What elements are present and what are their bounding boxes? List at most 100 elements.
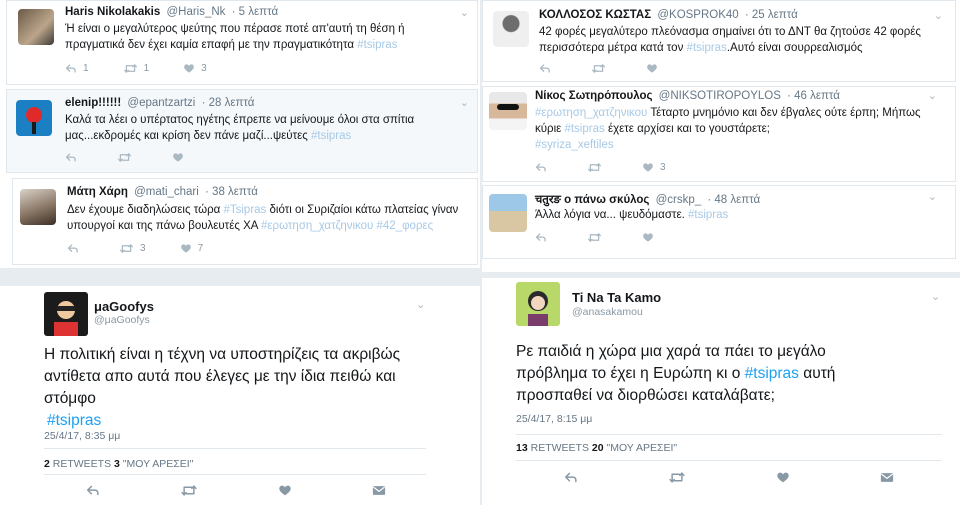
retweet-count[interactable]: 2 [44, 458, 50, 470]
tweet-card[interactable]: Haris Nikolakakis @Haris_Nk · 5 λεπτά ⌄ … [6, 0, 478, 85]
retweet-button[interactable] [117, 152, 138, 163]
author-name[interactable]: Νίκος Σωτηρόπουλος [535, 90, 652, 102]
retweet-label[interactable]: RETWEETS [53, 458, 111, 470]
author-handle[interactable]: @epantzartzi [127, 97, 195, 109]
avatar[interactable] [44, 292, 88, 336]
author-handle[interactable]: @KOSPROK40 [657, 9, 738, 21]
author-name[interactable]: ΚΟΛΛΟΣΟΣ ΚΩΣΤΑΣ [539, 9, 651, 21]
like-button[interactable] [642, 232, 660, 243]
like-button[interactable]: 3 [642, 162, 666, 173]
chevron-down-icon[interactable]: ⌄ [928, 89, 937, 102]
like-button[interactable] [172, 152, 190, 163]
reply-icon [535, 232, 547, 243]
reply-button[interactable] [65, 152, 83, 163]
hashtag-link[interactable]: #tsipras [564, 123, 604, 135]
author-handle[interactable]: @NIKSOTIROPOYLOS [659, 90, 781, 102]
chevron-down-icon[interactable]: ⌄ [931, 290, 940, 303]
author-handle[interactable]: @μaGoofys [94, 314, 150, 326]
retweet-button[interactable]: 3 [119, 243, 146, 254]
reply-button[interactable] [564, 471, 578, 484]
hashtag-link[interactable]: #tsipras [44, 412, 101, 429]
author-handle[interactable]: @mati_chari [134, 186, 199, 198]
avatar[interactable] [493, 11, 529, 47]
author-name[interactable]: चतुरङ ο πάνω σκύλος [535, 194, 649, 206]
hashtag-link[interactable]: #tsipras [688, 209, 728, 221]
avatar[interactable] [489, 194, 527, 232]
reply-button[interactable]: 1 [65, 63, 89, 74]
reply-button[interactable] [535, 232, 553, 243]
like-button[interactable] [646, 63, 664, 74]
timestamp[interactable]: · 28 λεπτά [202, 97, 255, 109]
tweet-card[interactable]: चतुरङ ο πάνω σκύλος @crskp_ · 48 λεπτά ⌄… [482, 185, 956, 259]
retweet-button[interactable] [587, 232, 608, 243]
timestamp[interactable]: · 25 λεπτά [745, 9, 798, 21]
chevron-down-icon[interactable]: ⌄ [460, 6, 469, 19]
avatar[interactable] [20, 189, 56, 225]
retweet-button[interactable] [180, 484, 198, 497]
author-handle[interactable]: @Haris_Nk [166, 6, 225, 18]
chevron-down-icon[interactable]: ⌄ [928, 190, 937, 203]
hashtag-link[interactable]: #Tsipras [223, 204, 266, 216]
retweet-button[interactable] [668, 471, 686, 484]
hashtag-link[interactable]: #syriza_xeftiles [535, 139, 614, 151]
author-name[interactable]: Μάτη Χάρη [67, 186, 128, 198]
avatar[interactable] [16, 100, 52, 136]
author-handle[interactable]: @crskp_ [656, 194, 702, 206]
engagement-stats: 13 RETWEETS 20 "ΜΟΥ ΑΡΕΣΕΙ" [516, 442, 677, 454]
author-handle[interactable]: @anasakamou [572, 306, 643, 318]
timestamp[interactable]: · 46 λεπτά [787, 90, 840, 102]
message-button[interactable] [880, 471, 894, 484]
tweet-date[interactable]: 25/4/17, 8:15 μμ [516, 413, 592, 425]
avatar[interactable] [18, 9, 54, 45]
chevron-down-icon[interactable]: ⌄ [934, 9, 943, 22]
tweet-card[interactable]: ΚΟΛΛΟΣΟΣ ΚΩΣΤΑΣ @KOSPROK40 · 25 λεπτά ⌄ … [482, 0, 956, 82]
like-count[interactable]: 20 [592, 442, 604, 454]
retweet-button[interactable]: 1 [123, 63, 149, 74]
like-button[interactable] [278, 484, 292, 497]
author-name[interactable]: μaGoofys [94, 299, 154, 314]
like-button[interactable] [776, 471, 790, 484]
avatar[interactable] [516, 282, 560, 326]
reply-button[interactable] [67, 243, 85, 254]
like-count[interactable]: 3 [114, 458, 120, 470]
tweet-text: 42 φορές μεγαλύτερο πλεόνασμα σημαίνει ό… [539, 26, 921, 54]
tweet-card[interactable]: Νίκος Σωτηρόπουλος @NIKSOTIROPOYLOS · 46… [482, 86, 956, 182]
timestamp[interactable]: · 38 λεπτά [205, 186, 258, 198]
hashtag-link[interactable]: #tsipras [311, 130, 351, 142]
tweet-card[interactable]: elenip!!!!!! @epantzartzi · 28 λεπτά ⌄ Κ… [6, 89, 478, 173]
like-label[interactable]: "ΜΟΥ ΑΡΕΣΕΙ" [606, 442, 677, 454]
timestamp[interactable]: · 48 λεπτά [707, 194, 760, 206]
author-name[interactable]: Ti Na Ta Kamo [572, 290, 661, 305]
author-name[interactable]: Haris Nikolakakis [65, 6, 160, 18]
hashtag-link[interactable]: #tsipras [745, 365, 799, 382]
retweet-count[interactable]: 13 [516, 442, 528, 454]
retweet-button[interactable] [587, 162, 608, 173]
hashtag-link[interactable]: #tsipras [687, 42, 727, 54]
hashtag-link[interactable]: #ερωτηση_χατζηνικου #42_φορες [261, 220, 433, 232]
reply-button[interactable] [535, 162, 553, 173]
reply-button[interactable] [539, 63, 557, 74]
heart-icon [172, 152, 184, 163]
top-right-timeline: ΚΟΛΛΟΣΟΣ ΚΩΣΤΑΣ @KOSPROK40 · 25 λεπτά ⌄ … [482, 0, 960, 272]
like-button[interactable]: 3 [183, 63, 207, 74]
reply-button[interactable] [86, 484, 100, 497]
tweet-card-expanded[interactable]: Ti Na Ta Kamo @anasakamou ⌄ Ρε παιδιά η … [482, 278, 960, 505]
hashtag-link[interactable]: #tsipras [357, 39, 397, 51]
chevron-down-icon[interactable]: ⌄ [416, 298, 425, 311]
timestamp[interactable]: · 5 λεπτά [232, 6, 278, 18]
hashtag-link[interactable]: #ερωτηση_χατζηνικου [535, 107, 647, 119]
envelope-icon [880, 471, 894, 484]
tweet-card[interactable]: Μάτη Χάρη @mati_chari · 38 λεπτά Δεν έχο… [12, 178, 478, 265]
tweet-card-expanded[interactable]: μaGoofys @μaGoofys ⌄ Η πολιτική είναι η … [0, 286, 480, 505]
retweet-button[interactable] [591, 63, 612, 74]
tweet-actions: 3 7 [67, 243, 237, 254]
author-name[interactable]: elenip!!!!!! [65, 97, 121, 109]
avatar[interactable] [489, 92, 527, 130]
like-button[interactable]: 7 [180, 243, 203, 254]
avatar-art [54, 301, 78, 336]
retweet-label[interactable]: RETWEETS [531, 442, 589, 454]
like-label[interactable]: "ΜΟΥ ΑΡΕΣΕΙ" [123, 458, 194, 470]
tweet-date[interactable]: 25/4/17, 8:35 μμ [44, 430, 120, 442]
message-button[interactable] [372, 484, 386, 497]
chevron-down-icon[interactable]: ⌄ [460, 96, 469, 109]
